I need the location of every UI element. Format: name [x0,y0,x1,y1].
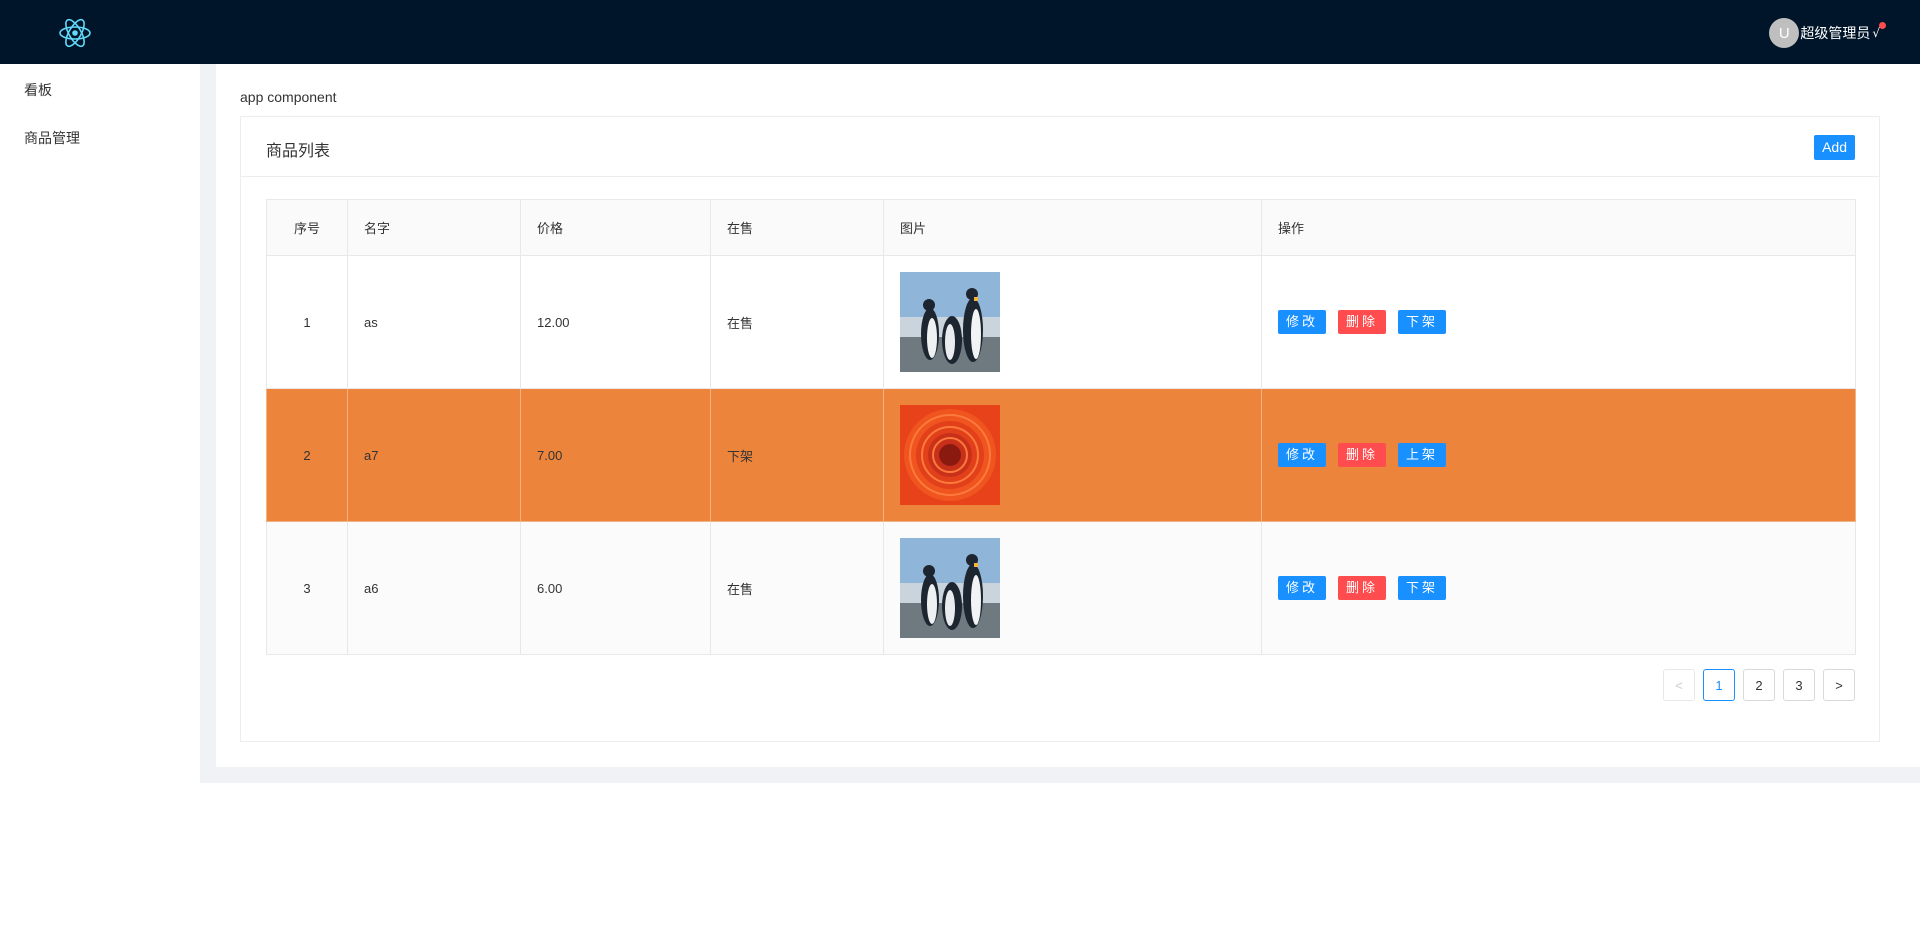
notification-dot [1879,22,1886,29]
sidebar: 看板 商品管理 [0,64,200,937]
cell-status: 下架 [710,388,884,522]
column-header-name: 名字 [347,199,521,256]
pagination-page-2[interactable]: 2 [1743,669,1775,701]
penguins-image [900,538,1000,638]
cell-status: 在售 [710,521,884,655]
chevron-down-icon[interactable]: √ [1872,22,1886,40]
cell-name: a6 [347,521,521,655]
react-logo-icon[interactable] [58,16,92,50]
pagination-page-1[interactable]: 1 [1703,669,1735,701]
delete-button[interactable]: 删除 [1338,310,1387,334]
cell-name: as [347,255,521,389]
card-header: 商品列表 Add [241,117,1879,177]
column-header-image: 图片 [883,199,1262,256]
table-header-row: 序号 名字 价格 在售 图片 操作 [266,199,1856,256]
edit-button[interactable]: 修改 [1278,310,1327,334]
cell-price: 6.00 [520,521,711,655]
column-header-price: 价格 [520,199,711,256]
sidebar-item-products[interactable]: 商品管理 [24,128,80,148]
avatar[interactable]: U [1769,18,1800,48]
delete-button[interactable]: 删除 [1338,576,1387,600]
pagination: < 1 2 3 > [1655,669,1855,701]
column-header-index: 序号 [266,199,348,256]
username[interactable]: 超级管理员 [1800,23,1870,43]
cell-index: 2 [266,388,348,522]
user-menu[interactable]: U 超级管理员 √ [1769,18,1886,48]
pagination-page-3[interactable]: 3 [1783,669,1815,701]
pagination-next-button[interactable]: > [1823,669,1855,701]
cell-actions: 修改 删除 上架 [1261,388,1856,522]
toggle-sale-button[interactable]: 下架 [1398,576,1447,600]
penguins-image [900,272,1000,372]
cell-status: 在售 [710,255,884,389]
product-table: 序号 名字 价格 在售 图片 操作 1 as 12.00 在售 修改 删除 下架… [266,199,1856,655]
cell-price: 12.00 [520,255,711,389]
cell-actions: 修改 删除 下架 [1261,255,1856,389]
cell-actions: 修改 删除 下架 [1261,521,1856,655]
toggle-sale-button[interactable]: 上架 [1398,443,1447,467]
cell-image [883,521,1262,655]
cell-image [883,388,1262,522]
cell-index: 1 [266,255,348,389]
cell-name: a7 [347,388,521,522]
table-row: 2 a7 7.00 下架 修改 删除 上架 [266,388,1856,522]
card-title: 商品列表 [266,141,331,160]
cell-price: 7.00 [520,388,711,522]
cell-image [883,255,1262,389]
product-list-card: 商品列表 Add 序号 名字 价格 在售 图片 操作 1 as 12.00 在售 [240,116,1880,742]
delete-button[interactable]: 删除 [1338,443,1387,467]
cell-index: 3 [266,521,348,655]
edit-button[interactable]: 修改 [1278,576,1327,600]
red-flower-image [900,405,1000,505]
column-header-actions: 操作 [1261,199,1856,256]
column-header-status: 在售 [710,199,884,256]
sidebar-item-dashboard[interactable]: 看板 [24,80,52,100]
table-row: 3 a6 6.00 在售 修改 删除 下架 [266,521,1856,655]
add-button[interactable]: Add [1814,135,1855,160]
top-header: U 超级管理员 √ [0,0,1920,64]
app-component-label: app component [240,89,337,105]
edit-button[interactable]: 修改 [1278,443,1327,467]
table-row: 1 as 12.00 在售 修改 删除 下架 [266,255,1856,389]
toggle-sale-button[interactable]: 下架 [1398,310,1447,334]
pagination-prev-button[interactable]: < [1663,669,1695,701]
